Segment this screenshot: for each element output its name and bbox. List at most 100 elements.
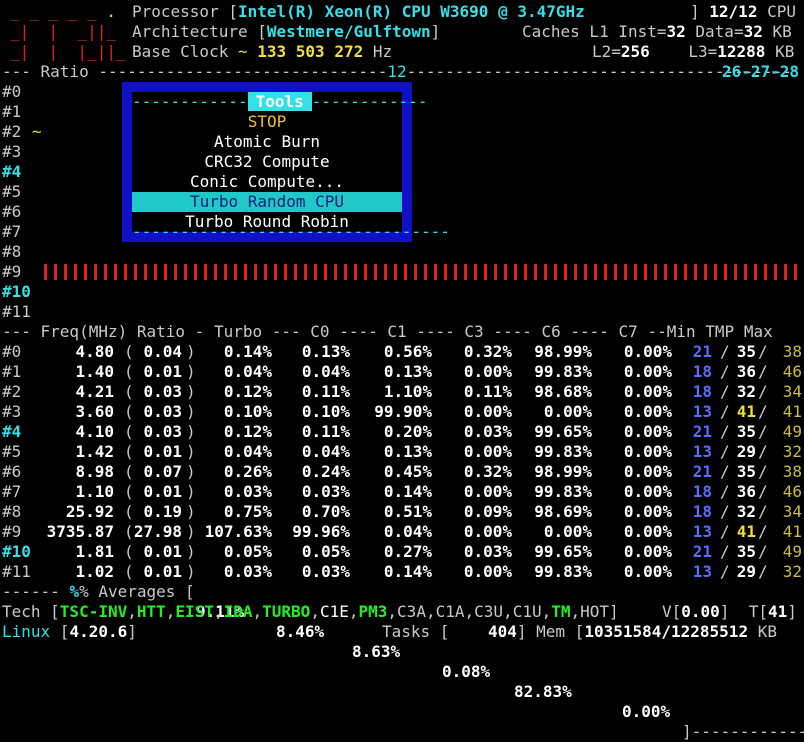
row-core-id: #10 (2, 542, 31, 561)
cell-c1: 1.10% (383, 382, 432, 401)
menu-item-conic-compute[interactable]: Conic Compute... (132, 172, 402, 192)
cell-c1: 0.45% (383, 462, 432, 481)
cell-c3: 0.00% (463, 522, 512, 541)
row-core-id: #9 (2, 522, 22, 541)
cell-ratio: 0.19 (143, 502, 182, 521)
cell-current-temp: 35 (736, 542, 756, 561)
ratio-open-paren: ( (124, 362, 134, 381)
temp-separator: / (758, 442, 768, 461)
cell-freq: 25.92 (65, 502, 114, 521)
cell-current-temp: 32 (736, 382, 756, 401)
row-core-id: #1 (2, 362, 22, 381)
core-2-ratio-mark: ~ (32, 122, 42, 141)
ratio-open-paren: ( (124, 482, 134, 501)
cell-c1: 0.04% (383, 522, 432, 541)
cell-c1: 0.51% (383, 502, 432, 521)
core-label-10: #10 (2, 282, 31, 301)
core-label-1: #1 (2, 102, 22, 121)
temp-separator: / (758, 382, 768, 401)
menu-item-atomic-burn[interactable]: Atomic Burn (132, 132, 402, 152)
cell-turbo: 0.05% (223, 542, 272, 561)
cell-min-temp: 21 (692, 342, 712, 361)
cell-c0: 0.24% (301, 462, 350, 481)
temp-separator: / (758, 342, 768, 361)
cell-max-temp: 34 (782, 382, 802, 401)
temp-separator: / (720, 442, 730, 461)
cell-c6: 98.99% (534, 342, 592, 361)
ratio-close-paren: ) (186, 462, 196, 481)
cell-c1: 99.90% (374, 402, 432, 421)
row-core-id: #4 (2, 422, 22, 441)
cell-c7: 0.00% (623, 422, 672, 441)
ratio-close-paren: ) (186, 522, 196, 541)
cell-max-temp: 38 (782, 342, 802, 361)
cell-freq: 1.42 (75, 442, 114, 461)
cell-ratio: 0.04 (143, 342, 182, 361)
cell-ratio: 0.03 (143, 422, 182, 441)
cell-c1: 0.13% (383, 442, 432, 461)
menu-item-stop[interactable]: STOP (132, 112, 402, 132)
menu-item-crc32-compute[interactable]: CRC32 Compute (132, 152, 402, 172)
ratio-close-paren: ) (186, 502, 196, 521)
cell-min-temp: 18 (692, 502, 712, 521)
cell-freq: 1.02 (75, 562, 114, 581)
cell-c6: 99.83% (534, 362, 592, 381)
temp-separator: / (758, 482, 768, 501)
menu-item-turbo-random-cpu[interactable]: Turbo Random CPU (132, 192, 402, 212)
temp-separator: / (720, 342, 730, 361)
ratio-open-paren: ( (124, 462, 134, 481)
core-label-9: #9 (2, 262, 22, 281)
cell-c1: 0.13% (383, 362, 432, 381)
cell-min-temp: 13 (692, 442, 712, 461)
cell-c3: 0.00% (463, 482, 512, 501)
cell-c0: 0.05% (301, 542, 350, 561)
cell-c3: 0.00% (463, 442, 512, 461)
cell-c0: 0.11% (301, 422, 350, 441)
cell-current-temp: 36 (736, 482, 756, 501)
cell-ratio: 0.01 (143, 362, 182, 381)
cell-ratio: 27.98 (133, 522, 182, 541)
cell-c0: 0.03% (301, 562, 350, 581)
status-tasks: Tasks [ 404] Mem [10351584/12285512 KB (382, 622, 777, 641)
core-9-ratio-bar (44, 264, 804, 280)
cell-c3: 0.32% (463, 342, 512, 361)
cell-c7: 0.00% (623, 562, 672, 581)
cell-c1: 0.56% (383, 342, 432, 361)
cell-c0: 0.70% (301, 502, 350, 521)
cell-c6: 0.00% (543, 522, 592, 541)
cell-current-temp: 29 (736, 442, 756, 461)
ratio-open-paren: ( (124, 542, 134, 561)
cell-turbo: 0.14% (223, 342, 272, 361)
ratio-close-paren: ) (186, 362, 196, 381)
core-label-2: #2 (2, 122, 22, 141)
cell-c3: 0.00% (463, 402, 512, 421)
ratio-close-paren: ) (186, 542, 196, 561)
core-label-7: #7 (2, 222, 22, 241)
cell-max-temp: 34 (782, 502, 802, 521)
cell-min-temp: 13 (692, 522, 712, 541)
cell-turbo: 0.10% (223, 402, 272, 421)
core-label-4: #4 (2, 162, 22, 181)
row-core-id: #3 (2, 402, 22, 421)
temp-separator: / (720, 482, 730, 501)
voltage-temp: V[0.00] T[41] (662, 602, 797, 621)
ratio-end: 26-27-28 (722, 62, 800, 81)
cell-c7: 0.00% (623, 462, 672, 481)
cell-c0: 0.04% (301, 362, 350, 381)
cell-current-temp: 41 (736, 522, 756, 541)
ratio-open-paren: ( (124, 522, 134, 541)
cell-min-temp: 21 (692, 542, 712, 561)
temp-separator: / (720, 522, 730, 541)
cell-current-temp: 36 (736, 362, 756, 381)
core-label-3: #3 (2, 142, 22, 161)
row-core-id: #5 (2, 442, 22, 461)
cell-freq: 1.10 (75, 482, 114, 501)
cell-freq: 4.80 (75, 342, 114, 361)
cell-c3: 0.03% (463, 542, 512, 561)
logo-row-2: _| | _||_ (10, 22, 116, 41)
cell-ratio: 0.01 (143, 562, 182, 581)
ratio-close-paren: ) (186, 422, 196, 441)
cell-max-temp: 41 (782, 522, 802, 541)
row-core-id: #8 (2, 502, 22, 521)
temp-separator: / (720, 382, 730, 401)
